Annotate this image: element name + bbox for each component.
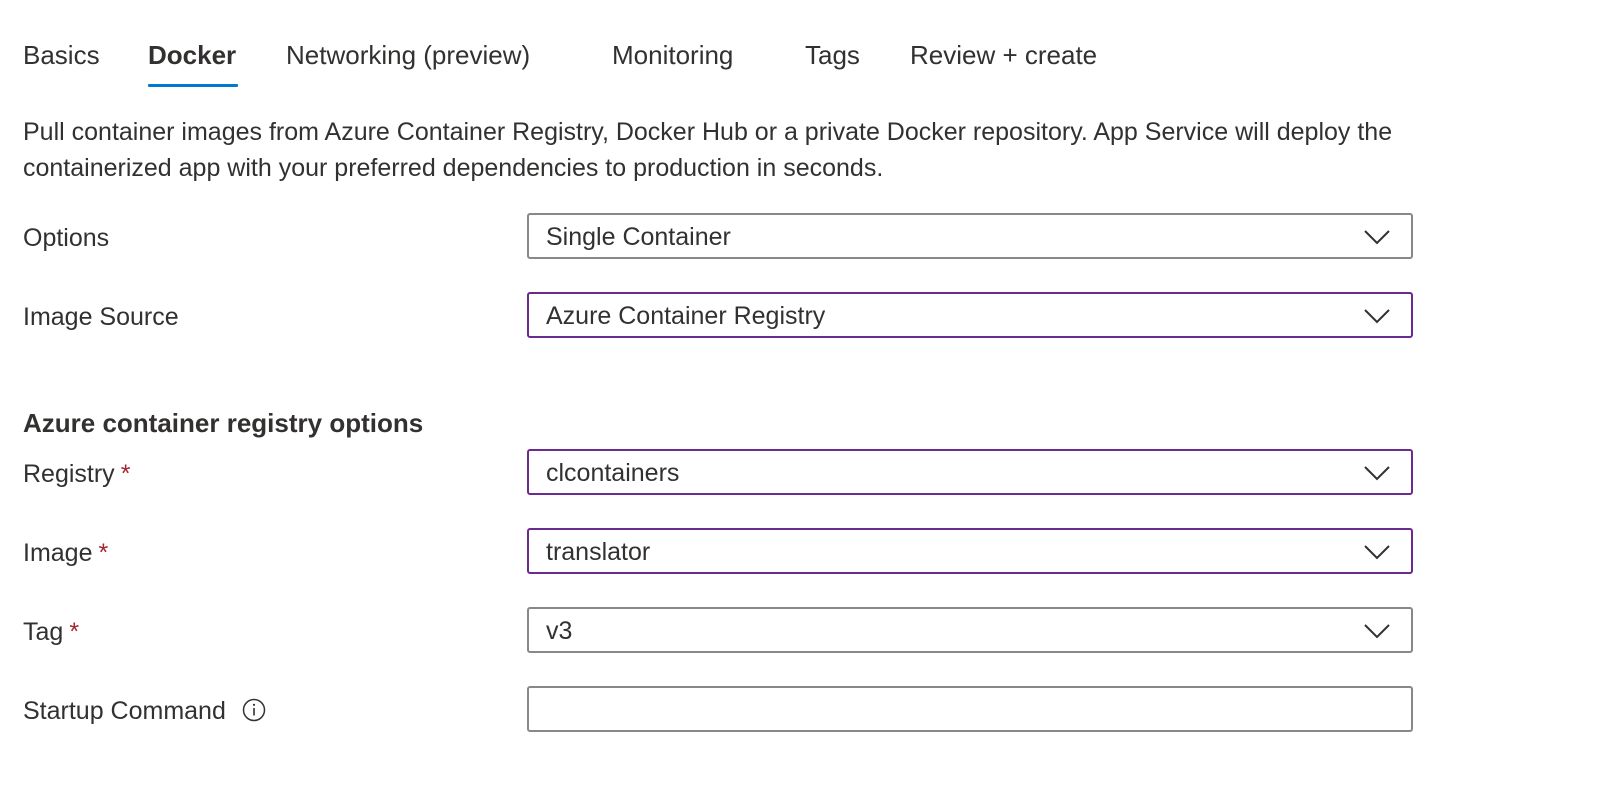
startup-command-label-text: Startup Command: [23, 697, 226, 725]
image-source-label-text: Image Source: [23, 303, 179, 331]
image-value: translator: [546, 538, 651, 566]
options-dropdown[interactable]: Single Container: [527, 213, 1413, 259]
info-icon[interactable]: [242, 698, 266, 722]
image-label: Image *: [23, 535, 108, 571]
tag-value: v3: [546, 617, 573, 645]
image-dropdown[interactable]: translator: [527, 528, 1413, 574]
options-label: Options: [23, 220, 109, 256]
image-source-label: Image Source: [23, 299, 179, 335]
tag-label: Tag *: [23, 614, 79, 650]
required-marker: *: [69, 618, 80, 646]
tab-bar: Basics Docker Networking (preview) Monit…: [0, 0, 1200, 92]
tab-monitoring[interactable]: Monitoring: [612, 36, 733, 74]
tag-label-text: Tag: [23, 618, 64, 646]
chevron-down-icon: [1364, 545, 1390, 560]
registry-dropdown[interactable]: clcontainers: [527, 449, 1413, 495]
tab-docker[interactable]: Docker: [148, 36, 236, 74]
startup-command-input[interactable]: [527, 686, 1413, 732]
options-value: Single Container: [546, 223, 731, 251]
tab-basics[interactable]: Basics: [23, 36, 100, 74]
registry-value: clcontainers: [546, 459, 680, 487]
tab-networking-preview[interactable]: Networking (preview): [286, 36, 530, 74]
image-source-dropdown[interactable]: Azure Container Registry: [527, 292, 1413, 338]
tab-tags[interactable]: Tags: [805, 36, 860, 74]
image-label-text: Image: [23, 539, 93, 567]
image-source-value: Azure Container Registry: [546, 302, 826, 330]
required-marker: *: [98, 539, 109, 567]
chevron-down-icon: [1364, 230, 1390, 245]
active-tab-indicator: [148, 84, 238, 87]
registry-label: Registry *: [23, 456, 130, 492]
options-label-text: Options: [23, 224, 110, 252]
chevron-down-icon: [1364, 624, 1390, 639]
registry-label-text: Registry: [23, 460, 115, 488]
page-description: Pull container images from Azure Contain…: [23, 118, 1393, 182]
tab-review-create[interactable]: Review + create: [910, 36, 1097, 74]
chevron-down-icon: [1364, 309, 1390, 324]
acr-options-heading: Azure container registry options: [23, 408, 424, 438]
tag-dropdown[interactable]: v3: [527, 607, 1413, 653]
required-marker: *: [120, 460, 131, 488]
chevron-down-icon: [1364, 466, 1390, 481]
startup-command-label: Startup Command: [23, 693, 266, 729]
